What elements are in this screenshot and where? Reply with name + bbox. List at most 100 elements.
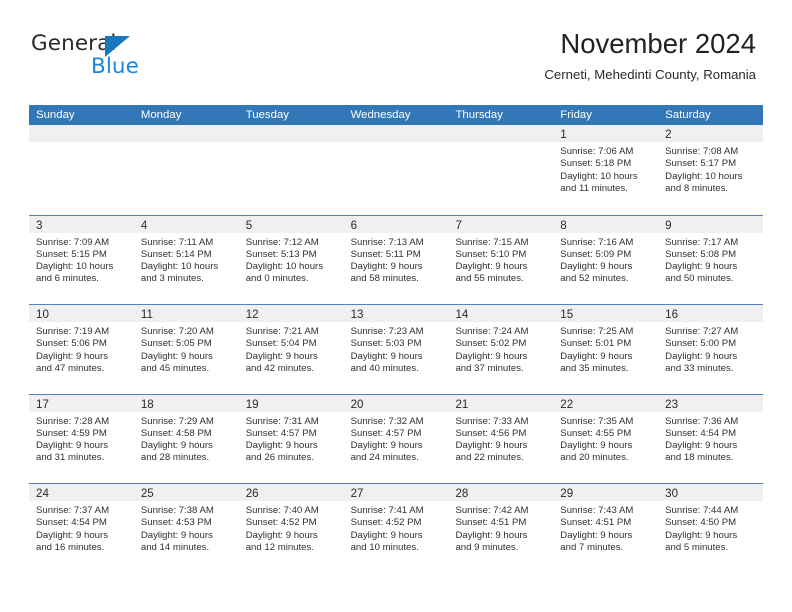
day-number-band: 30 <box>658 484 764 501</box>
day-number-band: 15 <box>553 305 659 322</box>
day-number-band: 7 <box>448 215 554 233</box>
daylight-duration-line2: and 8 minutes. <box>665 182 729 194</box>
day-sun-info: Sunrise: 7:28 AM Sunset: 4:59 PM Daylight:… <box>29 412 134 465</box>
generalblue-logo[interactable]: General Blue <box>31 33 261 85</box>
day-number: 9 <box>665 218 672 232</box>
daylight-duration-line2: and 33 minutes. <box>665 362 734 374</box>
daylight-duration-line2: and 31 minutes. <box>36 452 105 464</box>
sunrise-time: Sunrise: 7:44 AM <box>665 505 739 516</box>
day-number-band <box>238 125 344 142</box>
calendar-day-cell[interactable]: 15 Sunrise: 7:25 AM Sunset: 5:01 PM Dayligh… <box>553 305 659 394</box>
weekday-header-sunday: Sunday <box>36 109 75 121</box>
daylight-duration-line1: Daylight: 10 hours <box>36 261 114 273</box>
sunrise-time: Sunrise: 7:28 AM <box>36 415 110 427</box>
sunrise-time: Sunrise: 7:41 AM <box>350 505 424 516</box>
sunrise-time: Sunrise: 7:12 AM <box>245 236 319 248</box>
sunset-time: Sunset: 5:14 PM <box>140 248 212 260</box>
day-number: 1 <box>560 128 567 141</box>
day-number-band: 9 <box>658 215 764 233</box>
day-number: 25 <box>140 487 154 500</box>
daylight-duration-line1: Daylight: 9 hours <box>560 529 633 541</box>
sunrise-time: Sunrise: 7:31 AM <box>245 415 319 427</box>
day-number-band: 22 <box>553 394 659 412</box>
calendar-day-cell[interactable]: 24 Sunrise: 7:37 AM Sunset: 4:54 PM Dayligh… <box>29 484 134 573</box>
page-header: General Blue November 2024 Cerneti, Mehe… <box>0 0 792 100</box>
calendar-day-cell[interactable]: 22 Sunrise: 7:35 AM Sunset: 4:55 PM Dayligh… <box>553 394 659 483</box>
daylight-duration-line2: and 5 minutes. <box>665 541 729 553</box>
day-number-band: 11 <box>133 305 239 322</box>
sunrise-time: Sunrise: 7:29 AM <box>140 415 214 427</box>
daylight-duration-line1: Daylight: 9 hours <box>455 350 528 362</box>
calendar-day-cell[interactable]: 6 Sunrise: 7:13 AM Sunset: 5:11 PM Daylight… <box>343 215 449 304</box>
calendar-day-cell[interactable]: 23 Sunrise: 7:36 AM Sunset: 4:54 PM Dayligh… <box>658 394 764 483</box>
calendar-day-cell[interactable]: 19 Sunrise: 7:31 AM Sunset: 4:57 PM Dayligh… <box>238 394 344 483</box>
calendar-day-cell[interactable]: 4 Sunrise: 7:11 AM Sunset: 5:14 PM Daylight… <box>133 215 239 304</box>
daylight-duration-line1: Daylight: 9 hours <box>560 350 633 362</box>
daylight-duration-line1: Daylight: 9 hours <box>245 440 318 452</box>
calendar-day-cell[interactable]: 2 Sunrise: 7:08 AM Sunset: 5:17 PM Daylight… <box>658 125 764 215</box>
calendar-day-cell[interactable]: 9 Sunrise: 7:17 AM Sunset: 5:08 PM Daylight… <box>658 215 764 304</box>
sunrise-time: Sunrise: 7:20 AM <box>140 326 214 337</box>
day-sun-info: Sunrise: 7:38 AM Sunset: 4:53 PM Daylight:… <box>134 501 239 554</box>
calendar-day-cell[interactable]: 16 Sunrise: 7:27 AM Sunset: 5:00 PM Dayligh… <box>658 305 764 394</box>
sunset-time: Sunset: 4:50 PM <box>665 517 737 529</box>
calendar-day-cell[interactable]: 25 Sunrise: 7:38 AM Sunset: 4:53 PM Dayligh… <box>133 484 239 573</box>
calendar-day-cell[interactable]: 26 Sunrise: 7:40 AM Sunset: 4:52 PM Dayligh… <box>238 484 344 573</box>
calendar-day-cell[interactable]: 30 Sunrise: 7:44 AM Sunset: 4:50 PM Dayligh… <box>658 484 764 573</box>
sunset-time: Sunset: 5:02 PM <box>455 338 527 350</box>
day-sun-info: Sunrise: 7:06 AM Sunset: 5:18 PM Daylight:… <box>553 142 658 195</box>
calendar-day-cell-empty <box>343 125 449 215</box>
day-number: 3 <box>36 218 43 232</box>
calendar-day-cell[interactable]: 1 Sunrise: 7:06 AM Sunset: 5:18 PM Daylight… <box>553 125 659 215</box>
daylight-duration-line2: and 18 minutes. <box>665 452 734 464</box>
calendar-day-cell[interactable]: 7 Sunrise: 7:15 AM Sunset: 5:10 PM Daylight… <box>448 215 554 304</box>
calendar-day-cell[interactable]: 28 Sunrise: 7:42 AM Sunset: 4:51 PM Dayligh… <box>448 484 554 573</box>
calendar-day-cell[interactable]: 12 Sunrise: 7:21 AM Sunset: 5:04 PM Dayligh… <box>238 305 344 394</box>
sunset-time: Sunset: 4:57 PM <box>245 427 317 439</box>
daylight-duration-line2: and 12 minutes. <box>245 541 314 553</box>
daylight-duration-line2: and 6 minutes. <box>36 273 99 285</box>
daylight-duration-line2: and 55 minutes. <box>455 273 524 285</box>
calendar-day-cell[interactable]: 20 Sunrise: 7:32 AM Sunset: 4:57 PM Dayligh… <box>343 394 449 483</box>
sunset-time: Sunset: 5:10 PM <box>455 248 527 260</box>
calendar-day-cell[interactable]: 18 Sunrise: 7:29 AM Sunset: 4:58 PM Dayligh… <box>133 394 239 483</box>
day-number: 2 <box>665 128 672 141</box>
day-sun-info: Sunrise: 7:23 AM Sunset: 5:03 PM Daylight:… <box>344 322 449 375</box>
sunset-time: Sunset: 5:09 PM <box>560 248 632 260</box>
day-number-band: 8 <box>553 215 659 233</box>
daylight-duration-line1: Daylight: 9 hours <box>350 529 423 541</box>
sunset-time: Sunset: 4:52 PM <box>350 517 422 529</box>
day-sun-info: Sunrise: 7:15 AM Sunset: 5:10 PM Daylight:… <box>448 233 553 286</box>
sunrise-time: Sunrise: 7:19 AM <box>36 326 110 337</box>
calendar-day-cell[interactable]: 3 Sunrise: 7:09 AM Sunset: 5:15 PM Daylight… <box>29 215 134 304</box>
calendar-page: General Blue November 2024 Cerneti, Mehe… <box>0 0 792 612</box>
calendar-day-cell[interactable]: 13 Sunrise: 7:23 AM Sunset: 5:03 PM Dayligh… <box>343 305 449 394</box>
calendar-day-cell[interactable]: 11 Sunrise: 7:20 AM Sunset: 5:05 PM Dayligh… <box>133 305 239 394</box>
calendar-day-cell[interactable]: 21 Sunrise: 7:33 AM Sunset: 4:56 PM Dayligh… <box>448 394 554 483</box>
day-number: 16 <box>665 308 679 321</box>
day-sun-info: Sunrise: 7:43 AM Sunset: 4:51 PM Daylight:… <box>553 501 658 554</box>
sunset-time: Sunset: 5:13 PM <box>245 248 317 260</box>
daylight-duration-line1: Daylight: 9 hours <box>36 529 108 541</box>
calendar-day-cell[interactable]: 27 Sunrise: 7:41 AM Sunset: 4:52 PM Dayligh… <box>343 484 449 573</box>
day-number: 8 <box>560 218 567 232</box>
daylight-duration-line1: Daylight: 9 hours <box>36 440 108 452</box>
calendar-day-cell[interactable]: 8 Sunrise: 7:16 AM Sunset: 5:09 PM Daylight… <box>553 215 659 304</box>
sunset-time: Sunset: 4:57 PM <box>350 427 422 439</box>
calendar-day-cell[interactable]: 29 Sunrise: 7:43 AM Sunset: 4:51 PM Dayligh… <box>553 484 659 573</box>
day-number: 18 <box>140 397 154 411</box>
sunset-time: Sunset: 5:04 PM <box>245 338 317 350</box>
sunrise-time: Sunrise: 7:43 AM <box>560 505 634 516</box>
day-number-band: 10 <box>29 305 134 322</box>
day-sun-info: Sunrise: 7:33 AM Sunset: 4:56 PM Daylight:… <box>448 412 553 465</box>
calendar-day-cell-empty <box>238 125 344 215</box>
calendar-day-cell[interactable]: 10 Sunrise: 7:19 AM Sunset: 5:06 PM Dayligh… <box>29 305 134 394</box>
daylight-duration-line2: and 40 minutes. <box>350 362 419 374</box>
day-number-band: 19 <box>238 394 344 412</box>
calendar-day-cell[interactable]: 14 Sunrise: 7:24 AM Sunset: 5:02 PM Dayligh… <box>448 305 554 394</box>
daylight-duration-line2: and 3 minutes. <box>140 273 204 285</box>
daylight-duration-line2: and 10 minutes. <box>350 541 419 553</box>
calendar-day-cell[interactable]: 17 Sunrise: 7:28 AM Sunset: 4:59 PM Dayligh… <box>29 394 134 483</box>
calendar-day-cell[interactable]: 5 Sunrise: 7:12 AM Sunset: 5:13 PM Daylight… <box>238 215 344 304</box>
day-number: 23 <box>665 397 679 411</box>
